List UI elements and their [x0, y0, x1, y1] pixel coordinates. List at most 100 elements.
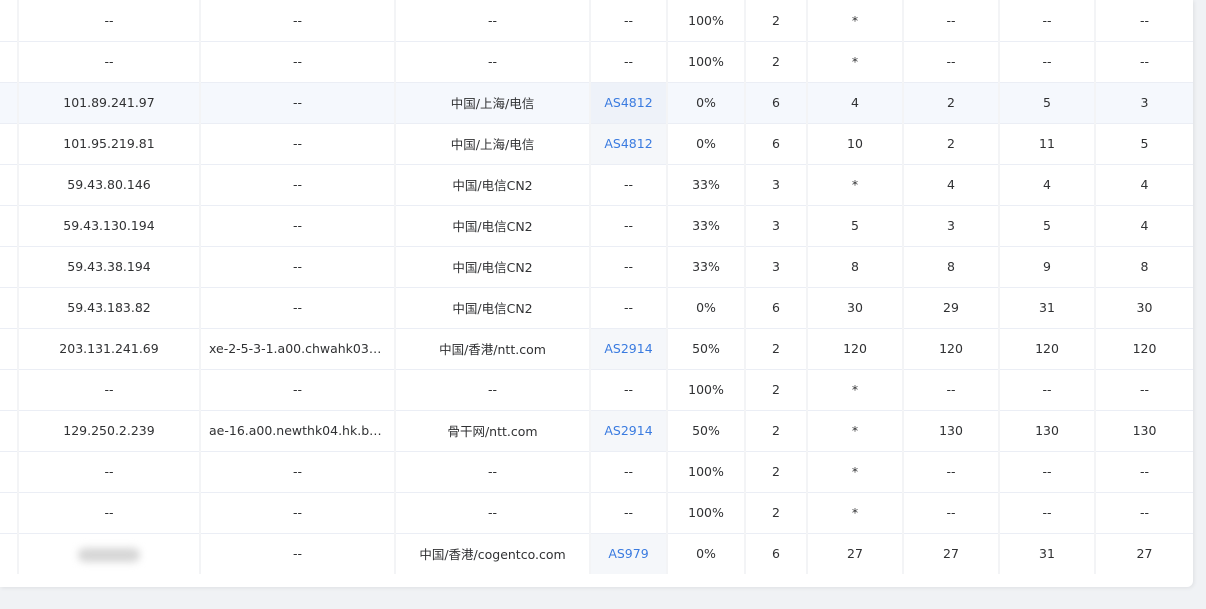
- last-cell: *: [807, 369, 904, 411]
- table-row[interactable]: 59.43.183.82 -- 中国/电信CN2 -- 0% 6 30 29 31 30: [0, 287, 1193, 329]
- location-cell: --: [395, 41, 591, 83]
- avg-cell: 120: [903, 328, 1000, 370]
- asn-link[interactable]: AS4812: [604, 95, 652, 110]
- traceroute-table: -- -- -- -- 100% 2 * -- -- -- -- -- -- -- 100% 2 * -- -- --…: [0, 0, 1193, 574]
- table-row[interactable]: 59.43.80.146 -- 中国/电信CN2 -- 33% 3 * 4 4 4: [0, 164, 1193, 206]
- location-cell: 中国/电信CN2: [395, 164, 591, 206]
- sent-cell: 2: [745, 369, 808, 411]
- worst-cell: 30: [1095, 287, 1193, 329]
- table-row[interactable]: 101.95.219.81 -- 中国/上海/电信 AS4812 0% 6 10 2 11 5: [0, 123, 1193, 165]
- hostname-cell: xe-2-5-3-1.a00.chwahk03.hk.bb.gin.ntt.ne…: [200, 328, 396, 370]
- ip-cell: --: [18, 492, 201, 534]
- location-cell: --: [395, 369, 591, 411]
- asn-link[interactable]: AS2914: [604, 423, 652, 438]
- loss-cell: 100%: [667, 0, 746, 42]
- ip-cell: 59.43.80.146: [18, 164, 201, 206]
- last-cell: *: [807, 451, 904, 493]
- row-lead-cell: [0, 410, 19, 452]
- ip-cell: 59.43.130.194: [18, 205, 201, 247]
- ip-cell: 101.89.241.97: [18, 82, 201, 124]
- last-cell: 27: [807, 533, 904, 574]
- asn-cell: AS2914: [590, 328, 668, 370]
- sent-cell: 6: [745, 82, 808, 124]
- worst-cell: --: [1095, 492, 1193, 534]
- last-cell: *: [807, 41, 904, 83]
- table-row[interactable]: 59.43.38.194 -- 中国/电信CN2 -- 33% 3 8 8 9 8: [0, 246, 1193, 288]
- worst-cell: 130: [1095, 410, 1193, 452]
- location-cell: 中国/香港/ntt.com: [395, 328, 591, 370]
- worst-cell: --: [1095, 451, 1193, 493]
- table-row[interactable]: -- -- -- -- 100% 2 * -- -- --: [0, 41, 1193, 83]
- loss-cell: 0%: [667, 82, 746, 124]
- asn-cell: AS4812: [590, 123, 668, 165]
- location-cell: 中国/电信CN2: [395, 287, 591, 329]
- table-row[interactable]: -- -- -- -- 100% 2 * -- -- --: [0, 451, 1193, 493]
- location-cell: 中国/上海/电信: [395, 82, 591, 124]
- asn-link[interactable]: AS2914: [604, 341, 652, 356]
- sent-cell: 2: [745, 410, 808, 452]
- location-cell: --: [395, 0, 591, 42]
- avg-cell: 2: [903, 123, 1000, 165]
- loss-cell: 0%: [667, 533, 746, 574]
- ip-cell: 59.43.183.82: [18, 287, 201, 329]
- table-row[interactable]: 129.250.2.239 ae-16.a00.newthk04.hk.bb.gi…: [0, 410, 1193, 452]
- asn-cell: --: [590, 205, 668, 247]
- hostname-cell: --: [200, 369, 396, 411]
- asn-cell: --: [590, 246, 668, 288]
- row-lead-cell: [0, 205, 19, 247]
- row-lead-cell: [0, 41, 19, 83]
- hostname-cell: --: [200, 451, 396, 493]
- table-row[interactable]: -- -- -- -- 100% 2 * -- -- --: [0, 369, 1193, 411]
- table-row[interactable]: 59.43.130.194 -- 中国/电信CN2 -- 33% 3 5 3 5 4: [0, 205, 1193, 247]
- hostname-cell: --: [200, 164, 396, 206]
- worst-cell: 5: [1095, 123, 1193, 165]
- table-row[interactable]: -- 中国/香港/cogentco.com AS979 0% 6 27 27 31 27: [0, 533, 1193, 574]
- loss-cell: 0%: [667, 287, 746, 329]
- best-cell: 11: [999, 123, 1096, 165]
- worst-cell: 4: [1095, 164, 1193, 206]
- hostname-cell: --: [200, 41, 396, 83]
- avg-cell: 4: [903, 164, 1000, 206]
- table-row[interactable]: 203.131.241.69 xe-2-5-3-1.a00.chwahk03.hk…: [0, 328, 1193, 370]
- asn-cell: AS4812: [590, 82, 668, 124]
- last-cell: *: [807, 0, 904, 42]
- location-cell: --: [395, 451, 591, 493]
- worst-cell: 27: [1136, 546, 1153, 562]
- location-cell: 中国/上海/电信: [395, 123, 591, 165]
- table-row[interactable]: -- -- -- -- 100% 2 * -- -- --: [0, 492, 1193, 534]
- location-cell: 骨干网/ntt.com: [395, 410, 591, 452]
- worst-cell: --: [1095, 41, 1193, 83]
- ip-cell: --: [18, 0, 201, 42]
- row-lead-cell: [0, 0, 19, 42]
- hostname-cell: --: [200, 82, 396, 124]
- row-lead-cell: [0, 287, 19, 329]
- best-cell: 4: [999, 164, 1096, 206]
- asn-cell: AS979: [590, 533, 668, 574]
- ip-cell: 101.95.219.81: [18, 123, 201, 165]
- avg-cell: 2: [903, 82, 1000, 124]
- sent-cell: 2: [745, 41, 808, 83]
- sent-cell: 3: [745, 246, 808, 288]
- ip-cell: --: [18, 369, 201, 411]
- location-cell: 中国/电信CN2: [395, 205, 591, 247]
- table-row[interactable]: -- -- -- -- 100% 2 * -- -- --: [0, 0, 1193, 42]
- best-cell: 5: [999, 82, 1096, 124]
- best-cell: --: [999, 451, 1096, 493]
- worst-cell: 120: [1095, 328, 1193, 370]
- last-cell: 8: [807, 246, 904, 288]
- row-lead-cell: [0, 451, 19, 493]
- avg-cell: --: [903, 369, 1000, 411]
- last-cell: 120: [807, 328, 904, 370]
- asn-link[interactable]: AS4812: [604, 136, 652, 151]
- ip-cell: 203.131.241.69: [18, 328, 201, 370]
- hostname-cell: --: [200, 0, 396, 42]
- table-row[interactable]: 101.89.241.97 -- 中国/上海/电信 AS4812 0% 6 4 2 5 3: [0, 82, 1193, 124]
- location-cell: 中国/电信CN2: [395, 246, 591, 288]
- ip-cell: 129.250.2.239: [18, 410, 201, 452]
- asn-cell: --: [590, 492, 668, 534]
- traceroute-results-panel: -- -- -- -- 100% 2 * -- -- -- -- -- -- -- 100% 2 * -- -- --…: [0, 0, 1193, 587]
- asn-link[interactable]: AS979: [608, 546, 648, 561]
- avg-cell: --: [903, 0, 1000, 42]
- row-lead-cell: [0, 533, 19, 574]
- hostname-cell: ae-16.a00.newthk04.hk.bb.gin.ntt.net: [200, 410, 396, 452]
